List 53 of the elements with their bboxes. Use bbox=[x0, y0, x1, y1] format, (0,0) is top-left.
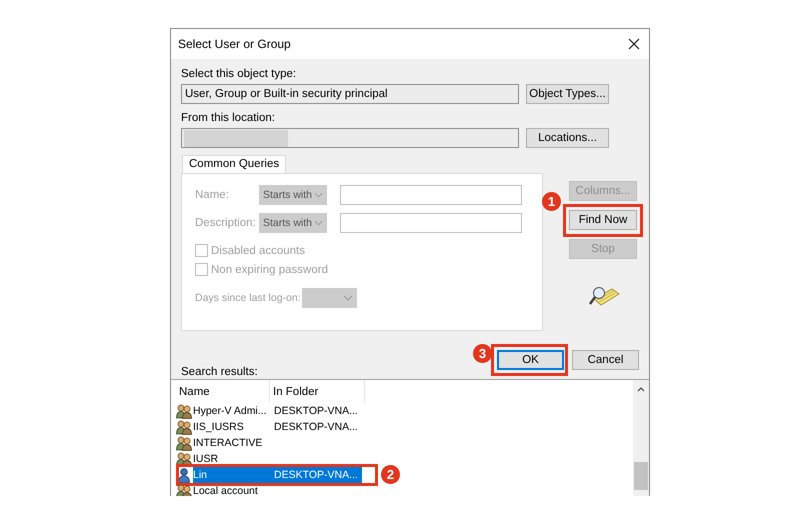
users-icon bbox=[176, 484, 192, 496]
table-cell-text: IIS_IUSRS bbox=[193, 421, 245, 433]
query-input[interactable] bbox=[340, 213, 522, 233]
days-dropdown[interactable] bbox=[302, 288, 357, 308]
side-button[interactable]: Find Now bbox=[569, 210, 637, 230]
close-icon[interactable] bbox=[628, 38, 640, 50]
object-type-field: User, Group or Built-in security principal bbox=[181, 84, 519, 104]
result-row[interactable]: INTERACTIVE bbox=[193, 435, 274, 451]
locations-button[interactable]: Locations... bbox=[526, 128, 609, 148]
chevron-down-icon bbox=[314, 192, 323, 198]
column-header[interactable]: In Folder bbox=[270, 380, 365, 403]
window-title: Select User or Group bbox=[178, 37, 291, 51]
table-cell-text: DESKTOP-VNA... bbox=[274, 469, 359, 481]
magnifier-folder-icon bbox=[588, 285, 620, 307]
user-icon bbox=[176, 468, 192, 482]
column-header[interactable]: Name bbox=[176, 380, 270, 403]
users-icon bbox=[176, 420, 192, 434]
table-cell-text: Local account bbox=[193, 485, 259, 496]
query-label: Days since last log-on: bbox=[195, 292, 302, 304]
checkbox-label: Non expiring password bbox=[211, 264, 328, 276]
scroll-thumb[interactable] bbox=[634, 462, 648, 490]
step-badge: 3 bbox=[473, 344, 492, 363]
object-types-button[interactable]: Object Types... bbox=[526, 84, 609, 104]
chevron-down-icon bbox=[314, 220, 323, 226]
users-icon bbox=[176, 452, 192, 466]
dialog-button[interactable]: Cancel bbox=[572, 350, 639, 370]
users-icon bbox=[176, 404, 192, 418]
step-badge: 2 bbox=[381, 465, 400, 484]
result-row[interactable]: IUSR bbox=[193, 451, 274, 467]
query-label: Name: bbox=[195, 189, 230, 201]
query-tab[interactable]: Common Queries bbox=[182, 155, 286, 173]
query-label: Description: bbox=[195, 217, 257, 229]
table-cell-text: IUSR bbox=[193, 453, 220, 465]
field-label: Select this object type: bbox=[181, 67, 296, 81]
dialog-button[interactable]: OK bbox=[497, 350, 564, 370]
field-label: From this location: bbox=[181, 111, 275, 125]
result-row[interactable]: Lin DESKTOP-VNA... bbox=[193, 467, 362, 483]
step-badge: 1 bbox=[542, 192, 561, 211]
table-cell-text: DESKTOP-VNA... bbox=[274, 405, 359, 417]
table-cell-text: Lin bbox=[193, 469, 208, 481]
scrollbar[interactable] bbox=[633, 380, 649, 496]
result-row[interactable]: Hyper-V Admi... DESKTOP-VNA... bbox=[193, 403, 362, 419]
query-input[interactable] bbox=[340, 185, 522, 205]
checkbox-label: Disabled accounts bbox=[211, 244, 305, 256]
table-cell-text: INTERACTIVE bbox=[193, 437, 264, 449]
chevron-down-icon bbox=[343, 295, 353, 301]
result-row[interactable]: IIS_IUSRS DESKTOP-VNA... bbox=[193, 419, 362, 435]
result-row[interactable]: Local account bbox=[193, 483, 274, 496]
table-cell-text: DESKTOP-VNA... bbox=[274, 421, 359, 433]
chevron-up-icon[interactable] bbox=[637, 387, 645, 392]
users-icon bbox=[176, 436, 192, 450]
search-results-label: Search results: bbox=[181, 365, 258, 379]
table-cell-text: Hyper-V Admi... bbox=[193, 405, 268, 417]
